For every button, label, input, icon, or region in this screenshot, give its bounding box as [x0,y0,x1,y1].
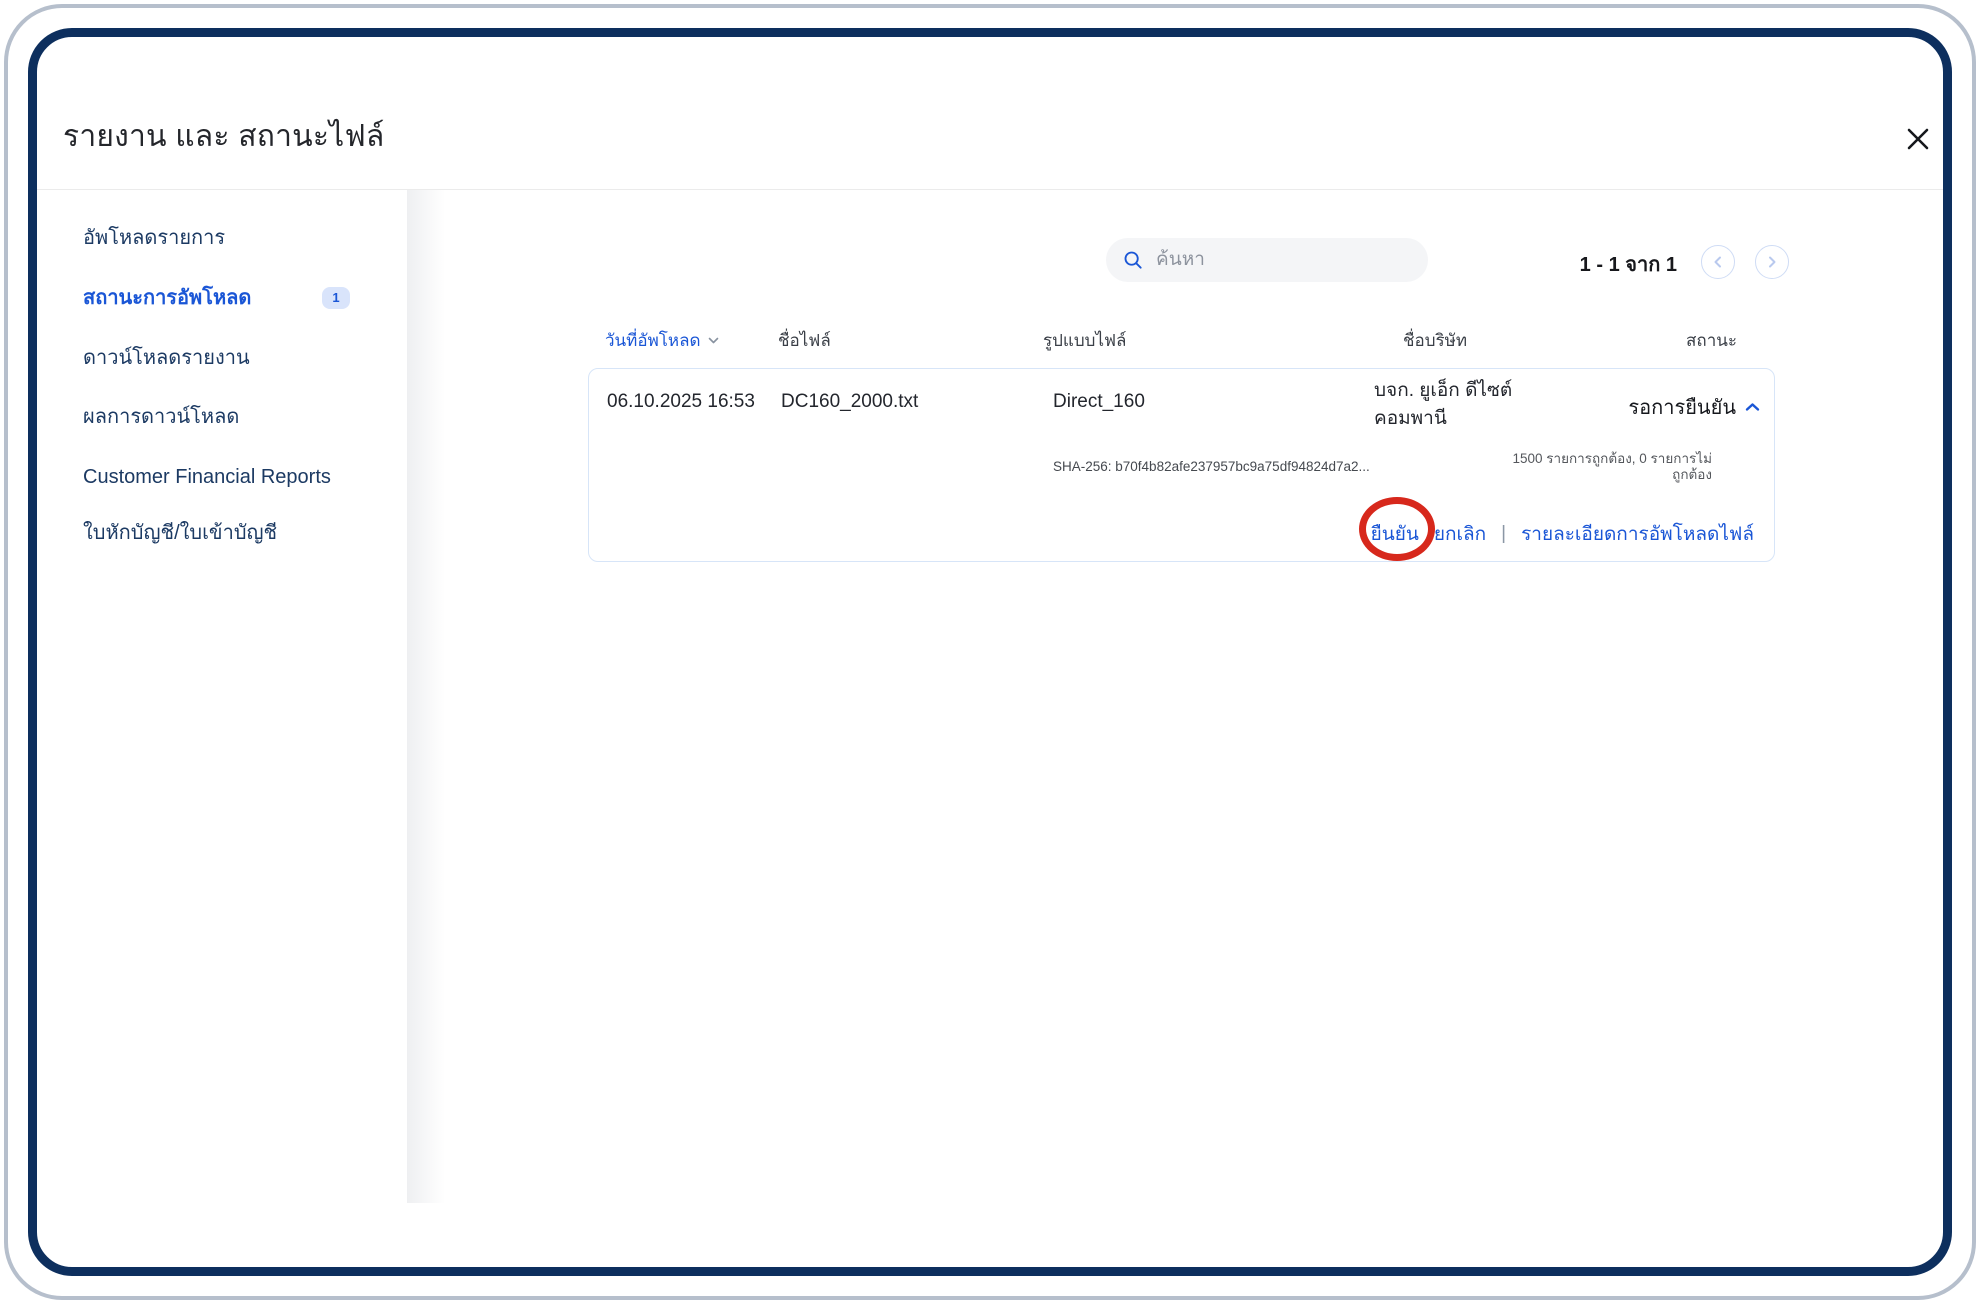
column-header-label: วันที่อัพโหลด [605,327,701,354]
page-title: รายงาน และ สถานะไฟล์ [63,113,385,160]
pagination-prev-button[interactable] [1701,245,1735,279]
column-header-upload-date[interactable]: วันที่อัพโหลด [605,327,719,354]
sidebar-item-label: ใบหักบัญชี/ใบเข้าบัญชี [83,522,277,544]
sidebar-item-label: ดาวน์โหลดรายงาน [83,347,250,369]
record-counts-line2: ถูกต้อง [1442,467,1712,483]
modal-window: รายงาน และ สถานะไฟล์ อัพโหลดรายการ สถานะ… [28,28,1952,1276]
sidebar-item-label: อัพโหลดรายการ [83,227,225,249]
status-toggle[interactable]: รอการยืนยัน [1628,391,1760,423]
record-counts-text: 1500 รายการถูกต้อง, 0 รายการไม่ ถูกต้อง [1442,451,1712,483]
search-box [1106,238,1428,282]
status-label: รอการยืนยัน [1628,391,1736,423]
column-header-file-format: รูปแบบไฟล์ [1043,327,1126,354]
close-button[interactable] [1896,118,1940,162]
screenshot-canvas: รายงาน และ สถานะไฟล์ อัพโหลดรายการ สถานะ… [0,0,1980,1304]
modal-content: รายงาน และ สถานะไฟล์ อัพโหลดรายการ สถานะ… [37,37,1943,1267]
confirm-link[interactable]: ยืนยัน [1371,519,1419,549]
sidebar-item-customer-financial-reports[interactable]: Customer Financial Reports [37,457,407,497]
sidebar: อัพโหลดรายการ สถานะการอัพโหลด 1 ดาวน์โหล… [37,190,407,1203]
sidebar-item-download-results[interactable]: ผลการดาวน์โหลด [37,397,407,437]
record-counts-line1: 1500 รายการถูกต้อง, 0 รายการไม่ [1442,451,1712,467]
column-header-status: สถานะ [1577,327,1737,354]
cell-file-format: Direct_160 [1053,391,1145,413]
search-icon [1122,249,1144,271]
pagination-next-button[interactable] [1755,245,1789,279]
sidebar-item-label: ผลการดาวน์โหลด [83,406,239,428]
chevron-right-icon [1765,255,1779,269]
sidebar-item-debit-credit-slips[interactable]: ใบหักบัญชี/ใบเข้าบัญชี [37,513,407,553]
column-header-file-name: ชื่อไฟล์ [778,327,831,354]
pagination-range: 1 - 1 จาก 1 [1487,248,1677,280]
close-icon [1904,125,1932,156]
cell-upload-date: 06.10.2025 16:53 [607,391,755,413]
sidebar-item-label: Customer Financial Reports [83,466,331,488]
sidebar-item-upload-list[interactable]: อัพโหลดรายการ [37,218,407,258]
cell-file-name: DC160_2000.txt [781,391,918,413]
sidebar-edge-shadow [407,190,445,1203]
sidebar-item-label: สถานะการอัพโหลด [83,287,251,309]
upload-details-link[interactable]: รายละเอียดการอัพโหลดไฟล์ [1521,519,1754,549]
company-name-line2: คอมพานี [1374,405,1512,433]
company-name-line1: บจก. ยูเอ็ก ดีไซต์ [1374,377,1512,405]
chevron-left-icon [1711,255,1725,269]
row-actions: ยืนยัน ยกเลิก | รายละเอียดการอัพโหลดไฟล์ [1371,519,1754,549]
actions-separator: | [1501,523,1506,545]
chevron-up-icon [1745,402,1760,412]
count-badge: 1 [322,287,350,309]
cell-company-name: บจก. ยูเอ็ก ดีไซต์ คอมพานี [1374,377,1512,433]
column-header-company-name: ชื่อบริษัท [1403,327,1467,354]
upload-row-card: 06.10.2025 16:53 DC160_2000.txt Direct_1… [588,368,1775,562]
sort-chevron-down-icon [708,337,719,345]
sha-checksum-text: SHA-256: b70f4b82afe237957bc9a75df94824d… [1053,459,1370,474]
sidebar-item-upload-status[interactable]: สถานะการอัพโหลด 1 [37,278,407,318]
sidebar-item-download-reports[interactable]: ดาวน์โหลดรายงาน [37,338,407,378]
search-input[interactable] [1156,249,1412,271]
cancel-link[interactable]: ยกเลิก [1434,519,1486,549]
